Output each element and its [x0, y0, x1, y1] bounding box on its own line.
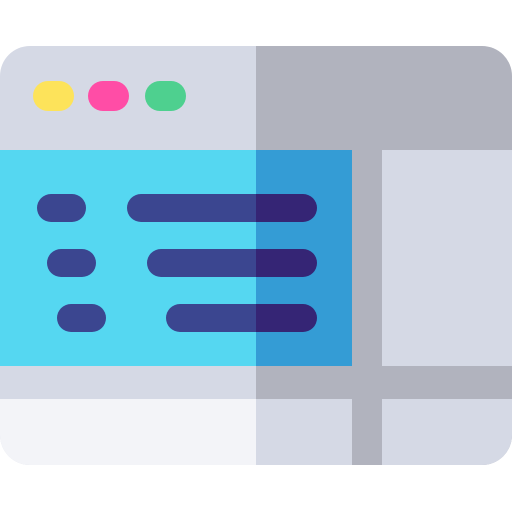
window-dot-yellow-icon: [33, 81, 74, 111]
browser-window-code-icon: [0, 46, 512, 465]
footer-panel-shaded: [256, 399, 352, 465]
code-line-left: [166, 304, 270, 332]
window-dot-pink-icon: [88, 81, 129, 111]
code-line-left: [147, 249, 270, 277]
code-line-join: [256, 304, 276, 332]
code-bullet: [57, 304, 106, 332]
footer-panel-light: [0, 399, 256, 465]
code-bullet: [37, 194, 86, 222]
footer-panel-right: [382, 399, 512, 465]
side-panel: [382, 150, 512, 366]
code-line-join: [256, 249, 276, 277]
code-bullet: [47, 249, 96, 277]
icon-canvas: [0, 0, 512, 512]
code-line-join: [256, 194, 276, 222]
code-line-left: [127, 194, 270, 222]
window-dot-green-icon: [145, 81, 186, 111]
